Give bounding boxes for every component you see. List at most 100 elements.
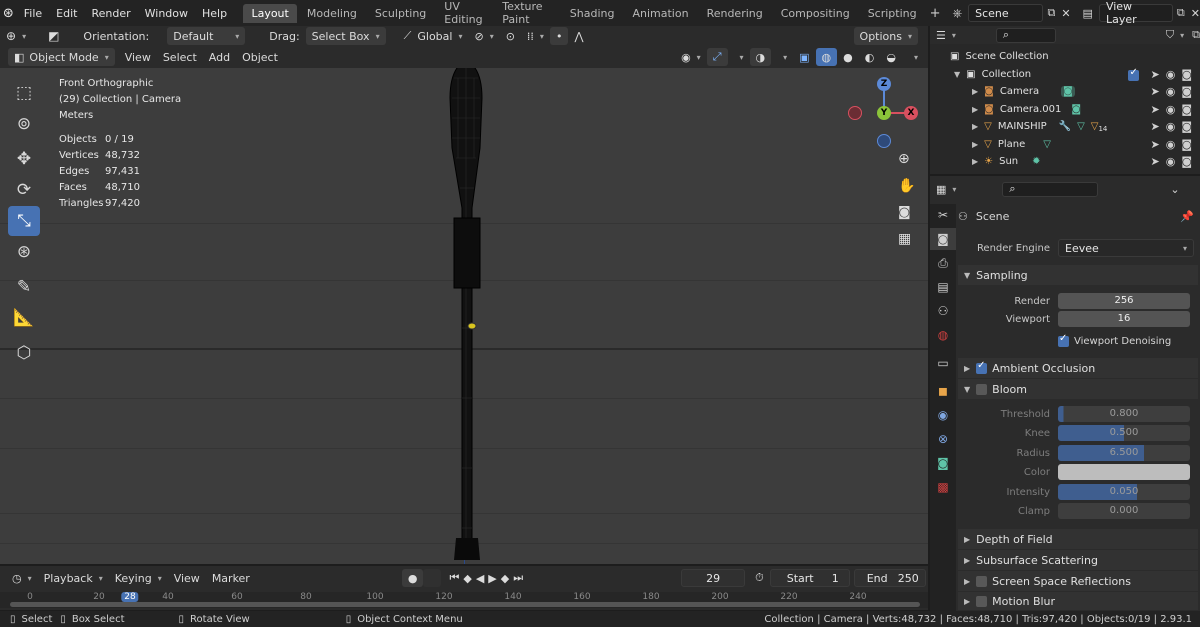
select-arrow-icon[interactable]: ➤ bbox=[1150, 155, 1159, 168]
record-button[interactable]: ● bbox=[401, 569, 424, 587]
tab-tool-icon[interactable]: ✂ bbox=[930, 204, 956, 226]
render-samples-field[interactable]: 256 bbox=[1058, 293, 1190, 309]
pivot-icon[interactable]: ⊘ ▾ bbox=[468, 27, 499, 45]
perspective-grid-icon[interactable]: ▦ bbox=[898, 231, 911, 247]
menu-view[interactable]: View bbox=[119, 48, 157, 66]
menu-window[interactable]: Window bbox=[138, 7, 195, 20]
tab-object-icon[interactable]: ◼ bbox=[930, 380, 956, 402]
xray-icon[interactable]: ▣ bbox=[793, 48, 815, 66]
tab-modeling[interactable]: Modeling bbox=[299, 4, 365, 23]
timeline-scrollbar[interactable] bbox=[10, 602, 920, 607]
outliner-item-camera[interactable]: ▶ ◙ Camera ◙ ➤ ◉ ◙ bbox=[930, 82, 1200, 100]
select-tool-icon[interactable]: ⬚ bbox=[8, 78, 40, 108]
camera-render-icon[interactable]: ◙ bbox=[1181, 155, 1192, 168]
outliner-search-input[interactable]: ⌕ bbox=[995, 27, 1056, 43]
tab-layout[interactable]: Layout bbox=[243, 3, 297, 23]
visibility-icon[interactable]: ◉ ▾ bbox=[675, 48, 707, 66]
snap-target-icon[interactable]: ⁞⁞ ▾ bbox=[521, 27, 550, 45]
add-cube-tool-icon[interactable]: ⬡ bbox=[8, 338, 40, 368]
depth-of-field-panel-header[interactable]: ▶ Depth of Field bbox=[958, 529, 1198, 549]
menu-timeline-view[interactable]: View bbox=[168, 569, 206, 587]
menu-render[interactable]: Render bbox=[84, 7, 137, 20]
camera-view-icon[interactable]: ◙ bbox=[898, 205, 911, 220]
ambient-occlusion-panel-header[interactable]: ▶ Ambient Occlusion bbox=[958, 358, 1198, 378]
transform-tool-icon[interactable]: ⊛ bbox=[8, 237, 40, 267]
current-frame-field[interactable]: 29 bbox=[681, 569, 746, 587]
menu-object[interactable]: Object bbox=[236, 48, 284, 66]
tab-animation[interactable]: Animation bbox=[624, 4, 696, 23]
tab-view-layer-icon[interactable]: ▤ bbox=[930, 276, 956, 298]
3d-viewport[interactable]: Front Orthographic (29) Collection | Cam… bbox=[0, 68, 928, 564]
outliner-item-sun[interactable]: ▶ ☀ Sun ✹ ➤ ◉ ◙ bbox=[930, 152, 1200, 170]
sampling-panel-header[interactable]: ▼ Sampling bbox=[958, 265, 1198, 285]
tab-collection-icon[interactable]: ▭ bbox=[930, 352, 956, 374]
timeline-editor-type-icon[interactable]: ◷ ▾ bbox=[6, 569, 38, 587]
gizmo-y-axis[interactable]: Y bbox=[877, 106, 891, 120]
menu-select[interactable]: Select bbox=[157, 48, 203, 66]
rocket-mesh[interactable] bbox=[440, 68, 500, 564]
bloom-checkbox[interactable] bbox=[976, 383, 988, 395]
tab-render-icon[interactable]: ◙ bbox=[930, 228, 956, 250]
next-keyframe-icon[interactable]: ◆ bbox=[499, 569, 511, 587]
viewport-denoising-checkbox[interactable] bbox=[1058, 333, 1069, 347]
select-arrow-icon[interactable]: ➤ bbox=[1150, 85, 1159, 98]
outliner-editor-type-icon[interactable]: ☰ ▾ bbox=[930, 26, 962, 44]
options-dropdown[interactable]: Options ▾ bbox=[853, 27, 918, 45]
blender-logo-icon[interactable]: ⊛ bbox=[0, 6, 17, 21]
gizmo-z-axis[interactable]: Z bbox=[877, 77, 891, 91]
cursor-tool-icon[interactable]: ⊚ bbox=[8, 109, 40, 139]
menu-add[interactable]: Add bbox=[203, 48, 236, 66]
tab-data-icon[interactable]: ◙ bbox=[930, 452, 956, 474]
editor-type-icon[interactable]: ⊕ ▾ bbox=[0, 27, 32, 45]
gizmo-neg-x-axis[interactable] bbox=[848, 106, 862, 120]
subsurface-scattering-panel-header[interactable]: ▶ Subsurface Scattering bbox=[958, 550, 1198, 570]
ssr-checkbox[interactable] bbox=[976, 575, 988, 587]
bloom-clamp-field[interactable]: 0.000 bbox=[1058, 503, 1190, 519]
ambient-occlusion-checkbox[interactable] bbox=[976, 360, 988, 374]
navigation-gizmo[interactable]: Z Y X bbox=[844, 76, 924, 156]
bloom-radius-slider[interactable]: 6.500 bbox=[1058, 445, 1190, 461]
material-shading-icon[interactable]: ◐ bbox=[859, 48, 881, 66]
menu-playback[interactable]: Playback ▾ bbox=[38, 569, 109, 587]
select-arrow-icon[interactable]: ➤ bbox=[1150, 103, 1159, 116]
measure-tool-icon[interactable]: 📐 bbox=[8, 303, 40, 333]
tab-uv-editing[interactable]: UV Editing bbox=[436, 0, 492, 29]
proportional-edit-icon[interactable]: • bbox=[549, 27, 569, 45]
start-frame-field[interactable]: Start 1 bbox=[769, 569, 850, 587]
drag-dropdown[interactable]: Select Box ▾ bbox=[305, 27, 386, 45]
gizmo-x-axis[interactable]: X bbox=[904, 106, 918, 120]
tab-physics-icon[interactable]: ◉ bbox=[930, 404, 956, 426]
outliner-item-plane[interactable]: ▶ ▽ Plane ▽ ➤ ◉ ◙ bbox=[930, 135, 1200, 153]
motion-blur-checkbox[interactable] bbox=[976, 595, 988, 607]
menu-marker[interactable]: Marker bbox=[206, 569, 256, 587]
bloom-panel-header[interactable]: ▼ Bloom bbox=[958, 379, 1198, 399]
tab-sculpting[interactable]: Sculpting bbox=[367, 4, 434, 23]
gizmo-neg-z-axis[interactable] bbox=[877, 134, 891, 148]
expand-triangle-icon[interactable]: ▶ bbox=[972, 87, 978, 96]
jump-end-icon[interactable]: ⏭ bbox=[511, 569, 525, 587]
bloom-color-swatch[interactable] bbox=[1058, 464, 1190, 480]
stopwatch-icon[interactable]: ⏱ bbox=[749, 569, 770, 587]
frame-ruler[interactable]: 0 20 28 40 60 80 100 120 140 160 180 200… bbox=[0, 592, 928, 608]
outliner-scene-collection[interactable]: ▣ Scene Collection bbox=[930, 47, 1200, 65]
copy-view-layer-icon[interactable]: ⧉ bbox=[1177, 6, 1185, 20]
add-workspace-icon[interactable]: + bbox=[930, 6, 941, 21]
menu-keying[interactable]: Keying ▾ bbox=[109, 569, 168, 587]
properties-search-input[interactable]: ⌕ bbox=[1002, 181, 1099, 197]
select-arrow-icon[interactable]: ➤ bbox=[1150, 120, 1159, 133]
pan-hand-icon[interactable]: ✋ bbox=[898, 178, 915, 194]
properties-options-icon[interactable]: ⌄ bbox=[1170, 183, 1179, 196]
play-reverse-icon[interactable]: ◀ bbox=[474, 569, 486, 587]
tab-world-icon[interactable]: ◍ bbox=[930, 324, 956, 346]
delete-view-layer-icon[interactable]: ✕ bbox=[1191, 7, 1200, 20]
active-tool-icon[interactable]: ◩ bbox=[42, 27, 65, 45]
camera-render-icon[interactable]: ◙ bbox=[1181, 68, 1192, 81]
viewport-samples-field[interactable]: 16 bbox=[1058, 311, 1190, 327]
delete-scene-icon[interactable]: ✕ bbox=[1061, 7, 1070, 20]
scene-icon[interactable]: ⎈ bbox=[953, 6, 963, 21]
bloom-knee-slider[interactable]: 0.500 bbox=[1058, 425, 1190, 441]
mode-dropdown[interactable]: ◧ Object Mode ▾ bbox=[8, 48, 115, 66]
select-arrow-icon[interactable]: ➤ bbox=[1150, 68, 1159, 81]
keyframe-type-icon[interactable] bbox=[423, 569, 442, 587]
render-engine-dropdown[interactable]: Eevee ▾ bbox=[1058, 239, 1194, 257]
